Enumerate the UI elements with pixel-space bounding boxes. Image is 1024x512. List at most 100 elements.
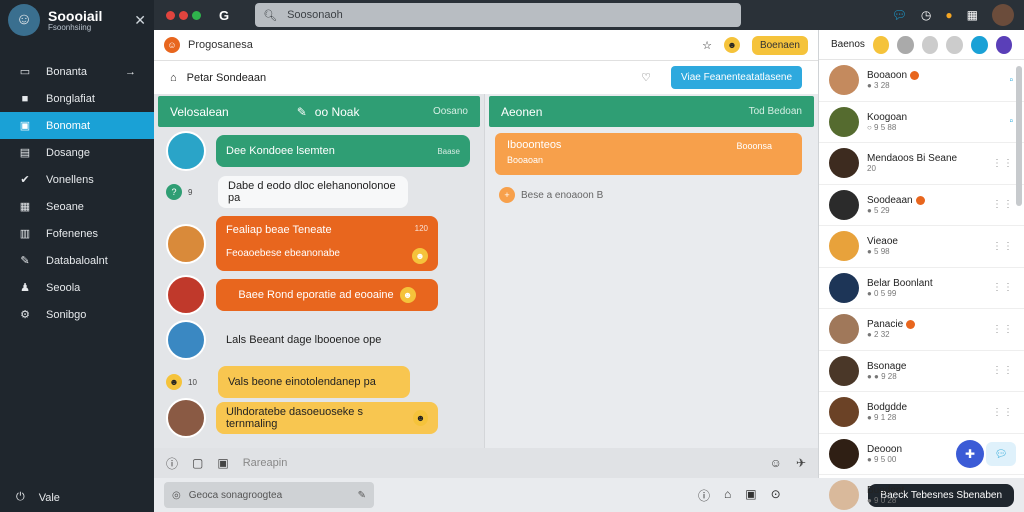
contact-row[interactable]: Koogoan ○ 9 5 88 ▫ [819, 102, 1024, 143]
heart-icon[interactable]: ♡ [641, 71, 651, 84]
close-icon[interactable]: ✕ [134, 12, 146, 29]
left-column-tag[interactable]: oo Noak [315, 105, 360, 119]
contact-row[interactable]: Bsonage ● ● 9 28 ⋮⋮ [819, 351, 1024, 392]
compose-icon[interactable]: ✚ [956, 440, 984, 468]
add-icon[interactable] [995, 35, 1013, 54]
search-icon: 🔍︎ [263, 9, 278, 22]
maximize-dot-icon[interactable] [192, 10, 201, 20]
sidebar-item-8[interactable]: ♟ Seoola [0, 274, 154, 301]
home-icon[interactable]: ⌂ [170, 72, 177, 84]
message-bubble[interactable]: Baee Rond eporatie ad eooaine ☻ [216, 279, 438, 311]
more-icon[interactable]: ⋮⋮ [992, 282, 1014, 293]
message-icon[interactable]: 💬︎ [892, 8, 907, 22]
contacts-title: Baenos [831, 39, 865, 50]
sidebar-bottom[interactable]: ⏻ Vale [16, 491, 60, 504]
home-icon[interactable]: ⌂ [724, 487, 731, 504]
composer: ⓘ ▢ ▣ Rareapin ☺ ✈ [154, 448, 818, 478]
contact-info: Vieaoe ● 5 98 [867, 236, 898, 256]
emoji-icon[interactable]: ☺ [770, 456, 782, 470]
chat-bubble-icon[interactable]: 💬︎ [986, 442, 1016, 466]
image-icon[interactable]: ▣ [217, 456, 228, 470]
header-pill-button[interactable]: Boenaen [751, 35, 808, 55]
filter-icon[interactable] [921, 35, 939, 54]
refresh-icon[interactable] [946, 35, 963, 54]
more-icon[interactable]: ⋮⋮ [992, 324, 1014, 335]
sidebar-item-2[interactable]: ▣ Bonomat [0, 112, 154, 139]
sidebar-item-0[interactable]: ▭ Bonanta → [0, 58, 154, 85]
emoji-icon[interactable]: ☻ [166, 374, 182, 390]
minimize-dot-icon[interactable] [179, 10, 188, 20]
task-card[interactable]: Ibooonteos Booaoan Booonsa [495, 133, 802, 175]
contact-name: Booaoon [867, 70, 908, 82]
sidebar-item-1[interactable]: ■ Bonglafiat [0, 85, 154, 112]
message-row: Ulhdoratebe dasoeuoseke s ternmaling ☻ [166, 398, 438, 438]
more-icon[interactable]: ⋮⋮ [992, 158, 1014, 169]
brand-subtitle: Fsoonhsiing [48, 22, 92, 32]
sidebar-item-7[interactable]: ✎ Databaloalnt [0, 247, 154, 274]
reply-icon[interactable]: ? [166, 184, 182, 200]
contact-row[interactable]: Mendaoos Bi Seane 20 ⋮⋮ [819, 143, 1024, 185]
sidebar-item-5[interactable]: ▦ Seoane [0, 193, 154, 220]
attach-icon[interactable]: ▢ [192, 456, 203, 470]
message-bubble[interactable]: Vals beone einotolendanep pa [218, 366, 410, 398]
more-icon[interactable]: ⋮⋮ [992, 241, 1014, 252]
send-icon[interactable]: ✈ [796, 456, 806, 470]
message-bubble[interactable]: Dabe d eodo dloc elehanonolonoe pa [218, 176, 408, 208]
info-icon[interactable] [970, 35, 988, 54]
contact-row[interactable]: Panacie ● 2 32 ⋮⋮ [819, 309, 1024, 351]
clock-icon[interactable]: ◷ [921, 8, 931, 22]
sidebar-item-9[interactable]: ⚙ Sonibgo [0, 301, 154, 328]
more-icon[interactable]: ⋮⋮ [992, 199, 1014, 210]
sidebar-item-6[interactable]: ▥ Fofenenes [0, 220, 154, 247]
note-row: + Bese a enoaoon B [499, 187, 804, 203]
bottom-search-placeholder: Geoca sonagroogtea [188, 489, 283, 501]
add-icon[interactable]: + [499, 187, 515, 203]
composer-input[interactable]: Rareapin [243, 457, 288, 469]
help-icon[interactable]: ⓘ [698, 487, 710, 504]
avatar[interactable] [166, 398, 206, 438]
contact-row[interactable]: Bodgdde ● 9 1 28 ⋮⋮ [819, 392, 1024, 434]
contact-row[interactable]: Belar Boonlant ● 0 5 99 ⋮⋮ [819, 268, 1024, 309]
notification-icon[interactable]: ● [945, 8, 952, 22]
grid-icon[interactable]: ▦ [967, 8, 978, 22]
contact-row[interactable]: Soodeaan ● 5 29 ⋮⋮ [819, 185, 1024, 226]
contact-row[interactable]: Buodont ● 9 0 28 [819, 475, 1024, 512]
avatar[interactable] [166, 131, 206, 171]
more-icon[interactable]: ⋮⋮ [992, 365, 1014, 376]
contact-status: ● 9 1 28 [867, 413, 897, 423]
settings-icon[interactable]: ⊙ [771, 487, 781, 504]
contact-status: ● 3 28 [867, 81, 890, 91]
edit-icon: ✎ [20, 255, 30, 267]
emoji-icon[interactable]: ☻ [723, 37, 740, 53]
contact-row[interactable]: Booaoon ● 3 28 ▫ [819, 60, 1024, 102]
contact-info: Belar Boonlant ● 0 5 99 [867, 278, 933, 298]
more-icon[interactable]: ⋮⋮ [992, 407, 1014, 418]
emoji-icon[interactable] [872, 35, 890, 54]
info-icon[interactable]: ⓘ [166, 455, 178, 472]
avatar[interactable] [166, 223, 206, 264]
contact-status: 20 [867, 164, 876, 174]
search-input[interactable]: 🔍︎ Soosonaoh [255, 3, 742, 27]
message-icon[interactable]: ▫ [1009, 75, 1014, 86]
star-icon[interactable]: ☆ [702, 39, 712, 52]
profile-avatar[interactable] [992, 4, 1014, 26]
message-icon[interactable]: ▫ [1009, 116, 1014, 127]
message-bubble[interactable]: Ulhdoratebe dasoeuoseke s ternmaling ☻ [216, 402, 438, 434]
message-bubble[interactable]: Lals Beeant dage lbooenoe ope [216, 324, 392, 356]
subheader-action-button[interactable]: Viae Feanenteatatlasene [670, 66, 802, 89]
contact-row[interactable]: Vieaoe ● 5 98 ⋮⋮ [819, 226, 1024, 268]
sidebar-item-4[interactable]: ✔ Vonellens [0, 166, 154, 193]
sidebar-item-3[interactable]: ▤ Dosange [0, 139, 154, 166]
message-row: Baee Rond eporatie ad eooaine ☻ [166, 275, 438, 315]
message-bubble[interactable]: Dee Kondoee lsemten Baase [216, 135, 470, 167]
avatar[interactable] [166, 320, 206, 360]
image-icon[interactable]: ▣ [745, 487, 756, 504]
user-avatar-icon[interactable]: ☺ [8, 4, 40, 36]
bottom-search-input[interactable]: ◎ Geoca sonagroogtea ✎ [164, 482, 374, 508]
message-bubble[interactable]: Fealiap beae Teneate 120 Feoaoebese ebea… [216, 216, 438, 271]
close-dot-icon[interactable] [166, 10, 175, 20]
avatar[interactable] [166, 275, 206, 315]
settings-icon[interactable] [897, 35, 914, 54]
contacts-scrollbar[interactable] [1016, 66, 1022, 206]
refresh-icon[interactable]: G [219, 8, 229, 23]
